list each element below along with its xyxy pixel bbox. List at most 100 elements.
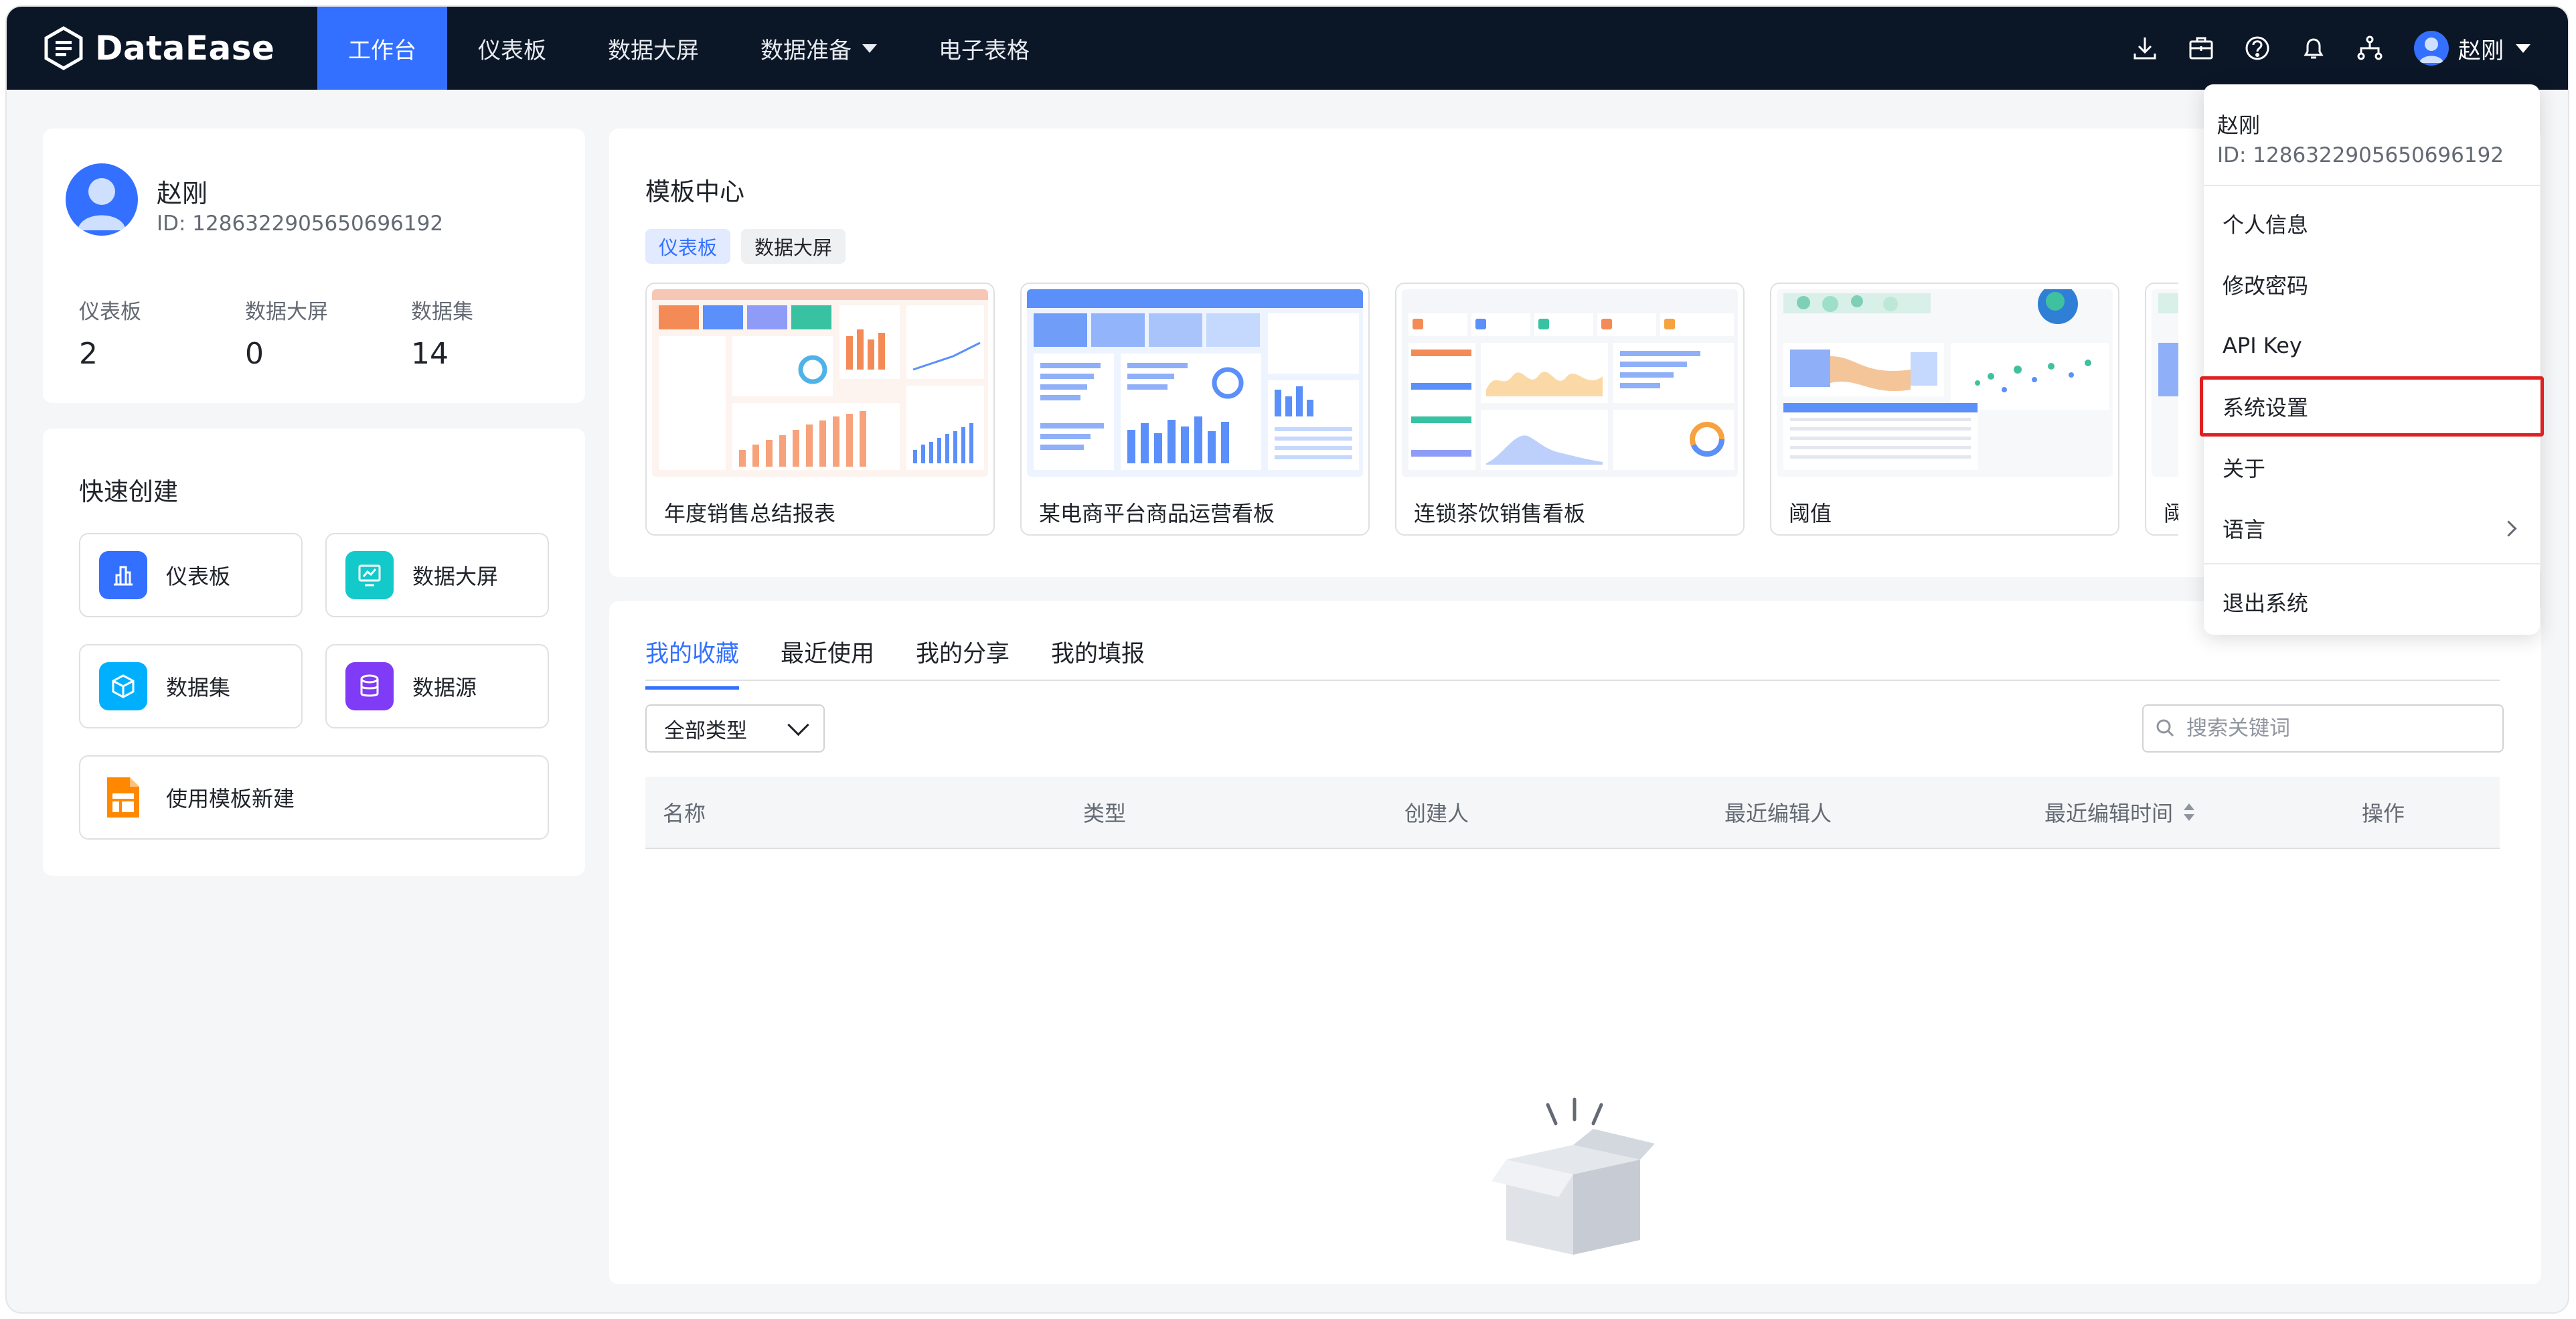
template-list: 年度销售总结报表 某电商平台商品运营看板 连锁茶饮销售看板 阈值 [645,283,2178,537]
menu-item-change-password[interactable]: 修改密码 [2204,254,2540,315]
menu-user-name: 赵刚 [2217,112,2261,138]
top-navigation-bar: DataEase 工作台 仪表板 数据大屏 数据准备 电子表格 赵刚 [7,7,2568,90]
user-menu-trigger[interactable]: 赵刚 [2414,31,2530,66]
user-icon [78,178,126,230]
toolbox-icon[interactable] [2185,32,2217,64]
search-box[interactable] [2142,704,2504,753]
menu-item-system-settings[interactable]: 系统设置 [2200,376,2544,437]
search-icon [2156,719,2174,737]
chevron-down-icon [787,714,809,736]
avatar [2414,31,2449,66]
column-last-edit-time[interactable]: 最近编辑时间 [2044,777,2196,848]
profile-header [66,163,138,236]
quick-label: 数据集 [166,675,231,700]
list-tabs: 我的收藏 最近使用 我的分享 我的填报 [645,635,1186,690]
template-tab-data-screen[interactable]: 数据大屏 [741,229,846,264]
menu-item-label: 语言 [2223,517,2266,542]
avatar [66,163,138,236]
create-dashboard-button[interactable]: 仪表板 [79,533,303,617]
nav-spreadsheet[interactable]: 电子表格 [908,7,1060,90]
quick-create-card: 快速创建 仪表板 数据大屏 数据集 数据源 使用模板新建 [43,429,585,876]
column-label: 最近编辑时间 [2044,801,2174,826]
template-item[interactable]: 阈值 [2145,283,2178,536]
dataease-logo-icon [44,26,83,70]
menu-item-label: 修改密码 [2223,273,2309,299]
template-item[interactable]: 阈值 [1770,283,2119,536]
help-icon[interactable] [2241,32,2273,64]
caret-down-icon [862,44,877,53]
tab-favorites[interactable]: 我的收藏 [645,635,740,690]
nav-workbench[interactable]: 工作台 [317,7,447,90]
logo-text: DataEase [95,29,275,68]
column-last-editor: 最近编辑人 [1724,801,1832,826]
template-item[interactable]: 连锁茶饮销售看板 [1395,283,1745,536]
stat-dataset: 数据集 14 [411,295,577,371]
template-tabs: 仪表板 数据大屏 [645,229,856,264]
template-tab-dashboard[interactable]: 仪表板 [645,229,731,264]
template-item[interactable]: 某电商平台商品运营看板 [1020,283,1370,536]
menu-item-api-key[interactable]: API Key [2204,315,2540,376]
menu-item-label: 退出系统 [2223,591,2309,616]
create-datasource-button[interactable]: 数据源 [325,644,549,728]
create-data-screen-button[interactable]: 数据大屏 [325,533,549,617]
tab-recent[interactable]: 最近使用 [781,635,874,690]
create-from-template-button[interactable]: 使用模板新建 [79,755,549,840]
template-name: 阈值 [1789,501,1832,526]
create-dataset-button[interactable]: 数据集 [79,644,303,728]
screen-icon [345,551,394,599]
tabs-divider [645,680,2500,681]
search-input[interactable] [2185,716,2482,741]
main-nav: 工作台 仪表板 数据大屏 数据准备 电子表格 [317,7,1060,90]
menu-user-id: ID: 1286322905650696192 [2217,143,2504,167]
tab-shared[interactable]: 我的分享 [916,635,1010,690]
logo[interactable]: DataEase [42,26,283,70]
menu-divider [2204,563,2540,564]
menu-divider [2204,185,2540,186]
user-dropdown-menu: 赵刚 ID: 1286322905650696192 个人信息 修改密码 API… [2200,84,2544,635]
stats-row: 仪表板 2 数据大屏 0 数据集 14 [79,295,577,371]
template-thumbnail [652,289,988,477]
menu-item-about[interactable]: 关于 [2204,437,2540,497]
template-item[interactable]: 年度销售总结报表 [645,283,995,536]
tab-filled[interactable]: 我的填报 [1051,635,1145,690]
template-thumbnail [1402,289,1738,477]
stat-value: 14 [411,337,449,371]
database-icon [345,662,394,710]
menu-item-language[interactable]: 语言 [2204,498,2540,558]
menu-item-label: 关于 [2223,456,2266,481]
template-thumbnail [1027,289,1363,477]
caret-down-icon [2516,44,2530,53]
column-name: 名称 [663,801,706,826]
menu-item-label: 系统设置 [2223,395,2309,420]
quick-label: 仪表板 [166,564,231,589]
stat-dashboard: 仪表板 2 [79,295,245,371]
menu-item-label: 个人信息 [2223,212,2309,238]
type-filter-value: 全部类型 [664,718,747,743]
type-filter-select[interactable]: 全部类型 [645,704,825,753]
topbar-actions: 赵刚 [2105,31,2530,66]
cube-icon [99,662,147,710]
table-header: 名称 类型 创建人 最近编辑人 最近编辑时间 操作 [645,777,2500,849]
menu-item-label: API Key [2223,333,2302,358]
template-name: 阈值 [2164,497,2178,528]
profile-name: 赵刚 [157,179,208,208]
column-actions: 操作 [2362,801,2405,826]
nav-label: 电子表格 [939,37,1030,64]
nav-data-screen[interactable]: 数据大屏 [577,7,730,90]
menu-item-logout[interactable]: 退出系统 [2204,572,2540,632]
resource-list-card: 我的收藏 最近使用 我的分享 我的填报 全部类型 名称 类型 创建人 最近编辑人… [609,601,2541,1284]
stat-value: 2 [79,337,98,371]
profile-card: 赵刚 ID: 1286322905650696192 仪表板 2 数据大屏 0 … [43,129,585,403]
bell-icon[interactable] [2298,32,2330,64]
org-tree-icon[interactable] [2354,32,2386,64]
nav-label: 工作台 [348,37,416,64]
chevron-right-icon [2500,520,2517,537]
template-name: 连锁茶饮销售看板 [1414,501,1586,526]
nav-dashboard[interactable]: 仪表板 [447,7,577,90]
nav-data-prep[interactable]: 数据准备 [730,7,908,90]
user-name: 赵刚 [2458,37,2504,64]
stat-label: 数据集 [411,300,473,324]
download-icon[interactable] [2129,32,2161,64]
menu-item-profile[interactable]: 个人信息 [2204,193,2540,254]
sort-icon[interactable] [2182,802,2196,822]
